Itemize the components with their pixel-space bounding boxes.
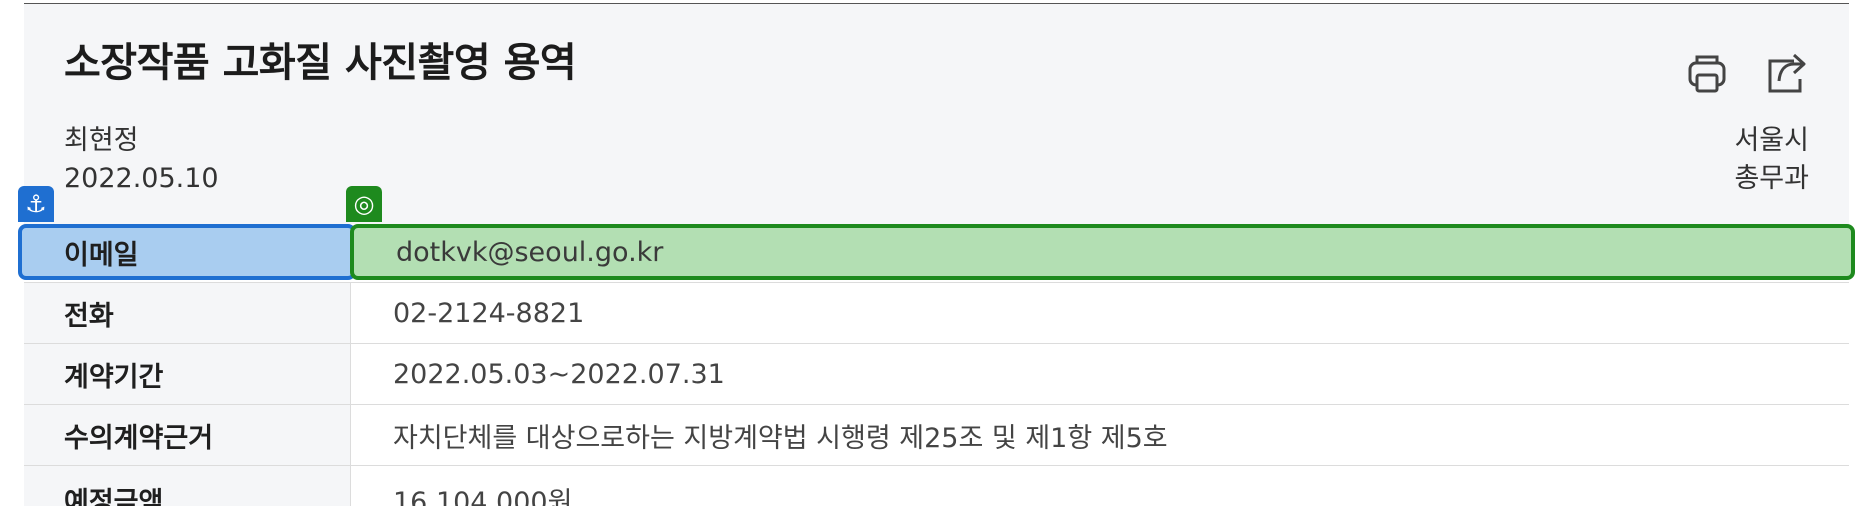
contract-period-value: 2022.05.03~2022.07.31 [350, 344, 1849, 404]
table-row-phone: 전화 02-2124-8821 [24, 283, 1849, 344]
department-info: 서울시 총무과 [1734, 122, 1809, 198]
contract-info-table: 이메일 dotkvk@seoul.go.kr 전화 02-2124-8821 계… [18, 222, 1855, 506]
contract-basis-value: 자치단체를 대상으로하는 지방계약법 시행령 제25조 및 제1항 제5호 [350, 405, 1849, 465]
email-value[interactable]: dotkvk@seoul.go.kr [350, 224, 1855, 280]
estimated-amount-value: 16,104,000원 [350, 466, 1849, 506]
target-icon: ◎ [346, 186, 382, 222]
department-line-2: 총무과 [1734, 163, 1809, 194]
contract-period-label: 계약기간 [24, 344, 350, 404]
author-name: 최현정 [64, 125, 139, 156]
author-info: 최현정 2022.05.10 [64, 122, 219, 198]
share-button[interactable] [1761, 48, 1813, 100]
phone-value: 02-2124-8821 [350, 283, 1849, 343]
anchor-icon: ⚓ [18, 186, 54, 222]
publish-date: 2022.05.10 [64, 163, 219, 194]
share-icon [1768, 53, 1806, 93]
document-header: 소장작품 고화질 사진촬영 용역 최현정 2022.05.10 서울시 총무과 [24, 4, 1849, 224]
header-actions [1681, 48, 1813, 100]
department-line-1: 서울시 [1734, 125, 1809, 156]
table-row-contract-period: 계약기간 2022.05.03~2022.07.31 [24, 344, 1849, 405]
phone-label: 전화 [24, 283, 350, 343]
page-title: 소장작품 고화질 사진촬영 용역 [64, 40, 577, 86]
table-row-estimated-amount: 예정금액 16,104,000원 [24, 466, 1849, 506]
table-row-contract-basis: 수의계약근거 자치단체를 대상으로하는 지방계약법 시행령 제25조 및 제1항… [24, 405, 1849, 466]
email-label: 이메일 [18, 224, 356, 280]
contract-basis-label: 수의계약근거 [24, 405, 350, 465]
print-button[interactable] [1681, 48, 1733, 100]
table-row-email: 이메일 dotkvk@seoul.go.kr [18, 222, 1855, 283]
print-icon [1688, 55, 1726, 93]
estimated-amount-label: 예정금액 [24, 466, 350, 506]
